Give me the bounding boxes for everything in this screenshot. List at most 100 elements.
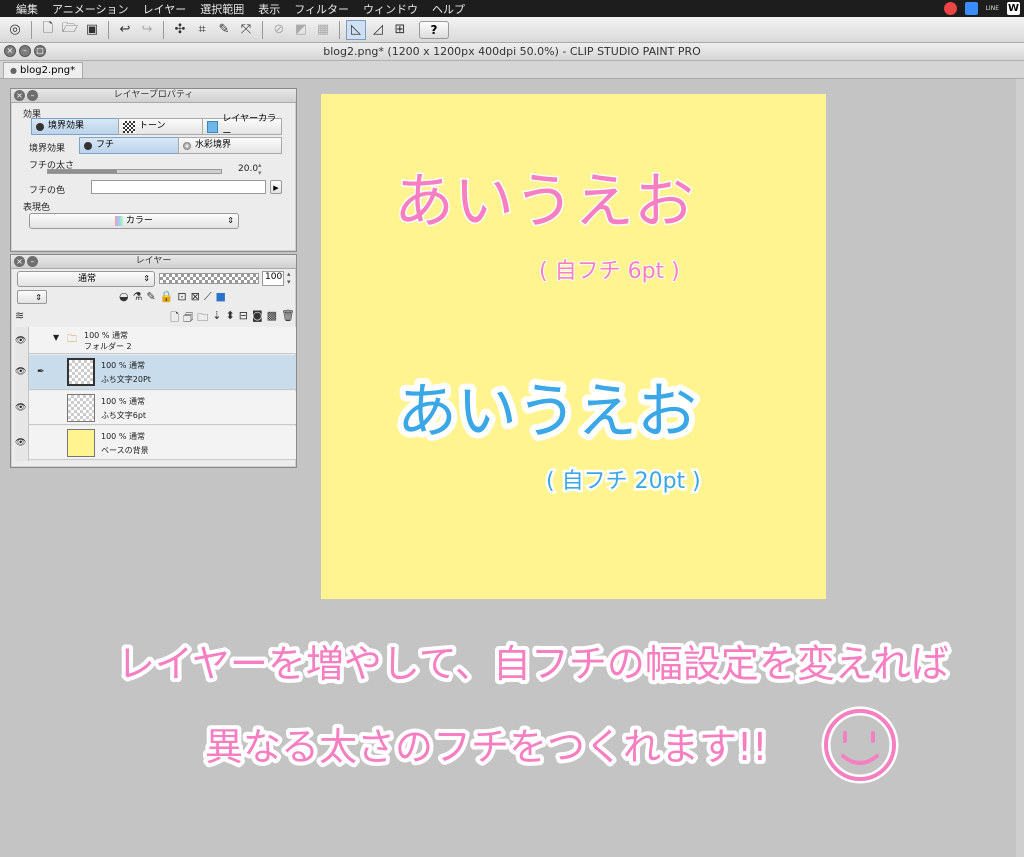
stepper-icon[interactable]: ▴ ▾: [287, 270, 291, 286]
menu-window[interactable]: ウィンドウ: [355, 1, 424, 17]
expression-color-dropdown[interactable]: カラー ⇕: [29, 213, 239, 229]
new-folder-icon[interactable]: 🗀: [197, 309, 208, 328]
edge-option-button[interactable]: フチ: [79, 137, 179, 154]
snap-ruler-icon[interactable]: ◺: [346, 19, 366, 40]
pen-icon: ✒: [37, 367, 45, 377]
expand-arrow-icon[interactable]: ▼: [53, 333, 59, 342]
thickness-value[interactable]: 20.0: [238, 164, 258, 174]
layer-opacity-mode: 100 % 通常: [101, 361, 145, 370]
new-vector-layer-icon[interactable]: 🗇: [183, 309, 193, 328]
new-raster-layer-icon[interactable]: 🗋: [170, 309, 179, 328]
tab-dot-icon: ●: [10, 66, 17, 75]
creative-cloud-icon[interactable]: [943, 2, 957, 15]
grid-icon[interactable]: ▦: [313, 20, 333, 40]
menu-bar: 編集 アニメーション レイヤー 選択範囲 表示 フィルター ウィンドウ ヘルプ …: [0, 0, 1024, 17]
thickness-slider[interactable]: [47, 169, 222, 174]
clipping-icon[interactable]: ◒: [119, 290, 129, 304]
stepper-icon[interactable]: ▴ ▾: [258, 161, 262, 177]
close-icon[interactable]: ×: [14, 256, 25, 267]
lock-icon[interactable]: 🔒: [160, 290, 174, 304]
blend-mode-dropdown[interactable]: 通常 ⇕: [17, 271, 155, 287]
document-tab[interactable]: ● blog2.png*: [3, 62, 83, 78]
ruler-visibility-icon[interactable]: ⟋: [204, 290, 212, 304]
dropbox-icon[interactable]: [964, 2, 978, 15]
opacity-slider[interactable]: [159, 273, 259, 284]
menu-filter[interactable]: フィルター: [286, 1, 355, 17]
divider: [339, 20, 340, 39]
layer-actions-bar: ≋ 🗋 🗇 🗀 ⇣ ⬍ ⊟ ◙ ▩ 🗑: [15, 309, 295, 328]
layer-color-toggle-icon[interactable]: ■: [216, 290, 226, 304]
open-file-icon[interactable]: 🗁: [60, 20, 80, 40]
layer-row-folder[interactable]: 👁 ▼ 🗀 100 % 通常 フォルダー 2: [15, 327, 296, 354]
draft-icon[interactable]: ✎: [146, 290, 155, 304]
edge-option-label: フチ: [96, 140, 115, 150]
menu-view[interactable]: 表示: [250, 1, 286, 17]
perspective-icon[interactable]: ◩: [291, 20, 311, 40]
mask-create-icon[interactable]: ◙: [252, 309, 263, 328]
expression-color-label: 表現色: [23, 203, 51, 213]
mask-icon[interactable]: ⊠: [191, 290, 200, 304]
clear-icon[interactable]: ✣: [170, 20, 190, 40]
menu-animation[interactable]: アニメーション: [44, 1, 135, 17]
panel-header: × – レイヤー: [11, 255, 296, 269]
layer-color-button[interactable]: レイヤーカラー: [202, 114, 282, 139]
clip-studio-icon[interactable]: ◎: [5, 20, 25, 40]
reference-layer-icon[interactable]: ⚗: [133, 290, 143, 304]
menu-edit[interactable]: 編集: [8, 1, 44, 17]
transfer-icon[interactable]: ⇣: [212, 309, 221, 328]
menu-selection[interactable]: 選択範囲: [192, 1, 250, 17]
eye-icon[interactable]: 👁: [15, 403, 26, 413]
eye-icon[interactable]: 👁: [15, 336, 26, 346]
expression-color-value: カラー: [125, 216, 153, 226]
redo-icon[interactable]: ↪: [137, 20, 157, 40]
eye-icon[interactable]: 👁: [15, 367, 26, 377]
line-icon[interactable]: LINE: [986, 5, 999, 12]
tone-button[interactable]: トーン: [118, 118, 203, 135]
bullet-icon: [84, 141, 92, 150]
lock-alpha-icon[interactable]: ⊡: [177, 290, 186, 304]
tone-label: トーン: [139, 121, 166, 131]
border-effect-button[interactable]: 境界効果: [31, 118, 119, 135]
edge-color-field[interactable]: [91, 180, 266, 194]
watercolor-edge-button[interactable]: 水彩境界: [178, 137, 282, 154]
layer-row-20pt[interactable]: 👁 ✒ 100 % 通常 ふち文字20Pt: [15, 355, 296, 390]
edge-color-label: フチの色: [29, 186, 66, 196]
canvas[interactable]: あいうえお ( 自フチ 6pt ) あいうえお ( 自フチ 20pt ): [321, 94, 826, 599]
color-arrow-button[interactable]: ▶: [270, 180, 282, 194]
delete-layer-icon[interactable]: 🗑: [281, 309, 295, 328]
eye-icon[interactable]: 👁: [15, 438, 26, 448]
layer-opacity-mode: 100 % 通常: [101, 397, 145, 406]
transform-icon[interactable]: ⤧: [236, 20, 256, 40]
ruler-icon[interactable]: ⊘: [269, 20, 289, 40]
crop-icon[interactable]: ⌗: [192, 20, 212, 40]
fill-icon[interactable]: ✎: [214, 20, 234, 40]
layer-panel: × – レイヤー 通常 ⇕ 100 ▴ ▾ ⇕ ◒ ⚗ ✎ 🔒 ⊡ ⊠ ⟋ ■ ≋ 🗋 🗇 🗀 ⇣ ⬍ ⊟ ◙ ▩…: [10, 254, 297, 468]
snap-grid-icon[interactable]: ⊞: [390, 20, 410, 40]
smiley-icon: [821, 706, 899, 784]
combine-icon[interactable]: ⬍: [226, 309, 235, 328]
undo-icon[interactable]: ↩: [115, 20, 135, 40]
document-title-bar: × – □ blog2.png* (1200 x 1200px 400dpi 5…: [0, 43, 1024, 61]
layer-stack-icon[interactable]: ≋: [15, 309, 24, 328]
new-file-icon[interactable]: 🗋: [38, 20, 58, 40]
color-swatch-dropdown[interactable]: ⇕: [17, 290, 47, 304]
snap-special-ruler-icon[interactable]: ◿: [368, 20, 388, 40]
menu-layer[interactable]: レイヤー: [135, 1, 193, 17]
layer-row-6pt[interactable]: 👁 100 % 通常 ふち文字6pt: [15, 391, 296, 425]
help-button[interactable]: ?: [419, 20, 449, 39]
save-icon[interactable]: ▣: [82, 20, 102, 40]
bullet-icon: [36, 122, 44, 131]
close-icon[interactable]: ×: [14, 90, 25, 101]
command-bar: ◎ 🗋 🗁 ▣ ↩ ↪ ✣ ⌗ ✎ ⤧ ⊘ ◩ ▦ ◺ ◿ ⊞ ?: [0, 17, 1024, 43]
menu-help[interactable]: ヘルプ: [424, 1, 471, 17]
layer-row-background[interactable]: 👁 100 % 通常 ベースの背景: [15, 426, 296, 460]
vertical-scrollbar[interactable]: [1016, 79, 1024, 857]
apply-mask-icon[interactable]: ▩: [267, 309, 277, 328]
opacity-input[interactable]: 100: [262, 271, 284, 286]
minimize-icon[interactable]: –: [27, 256, 38, 267]
minimize-icon[interactable]: –: [27, 90, 38, 101]
word-icon[interactable]: W: [1007, 2, 1020, 15]
merge-icon[interactable]: ⊟: [239, 309, 248, 328]
layer-opacity-mode: 100 % 通常: [101, 432, 145, 441]
pink-note-text: ( 自フチ 6pt ): [539, 259, 680, 284]
